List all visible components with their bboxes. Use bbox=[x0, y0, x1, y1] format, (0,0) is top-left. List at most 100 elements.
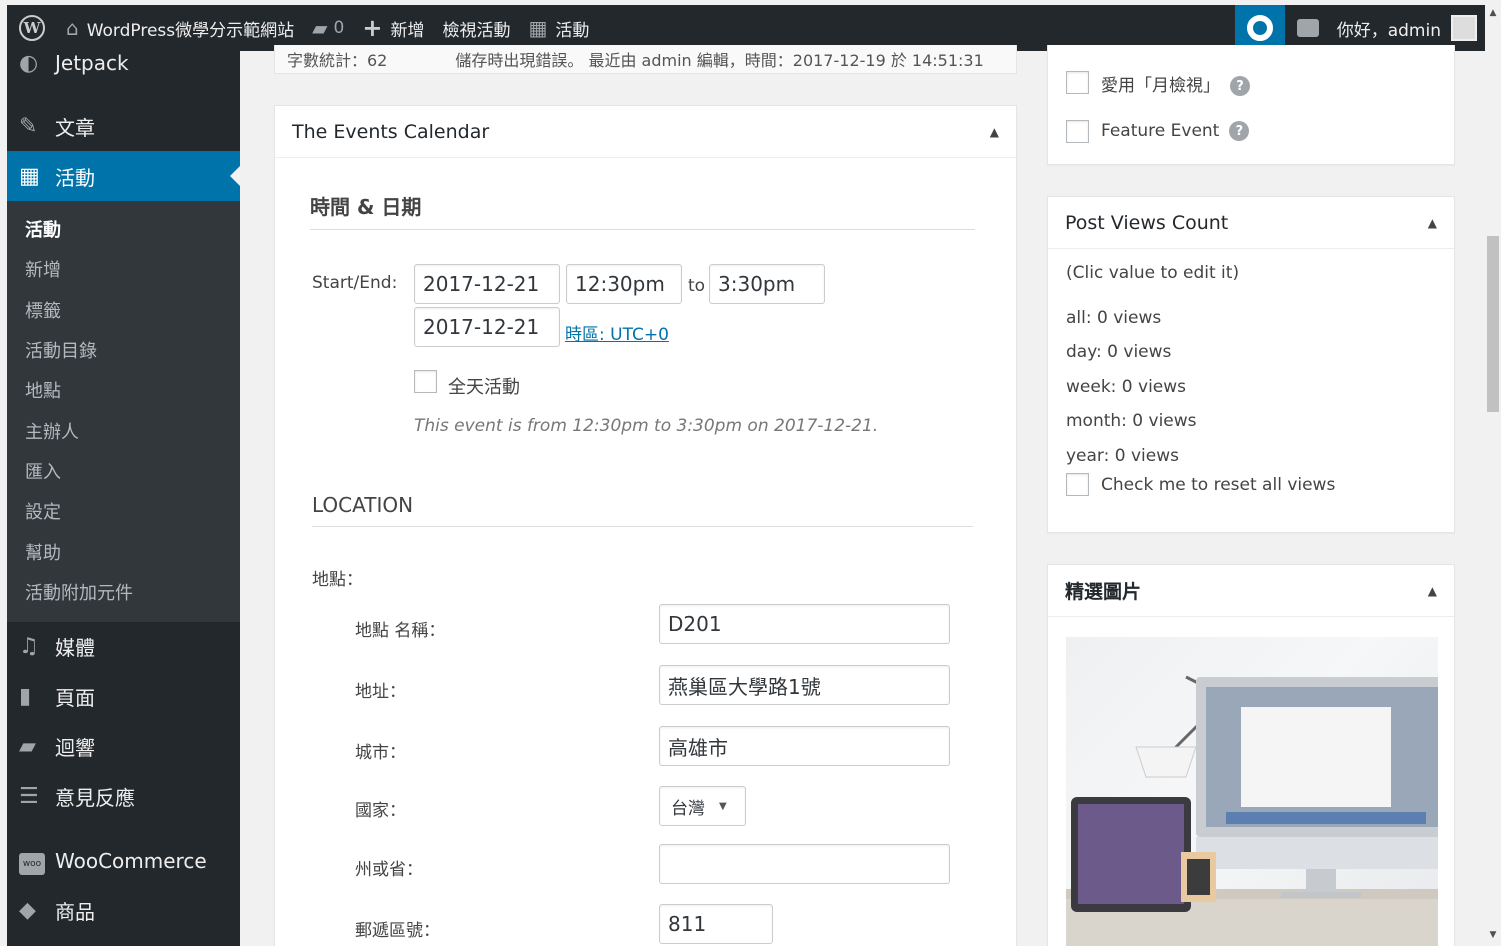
admin-sidebar: ◐ Jetpack ✎ 文章 ▦ 活動 活動 新增 標籤 活動目錄 地點 主辦人… bbox=[7, 51, 240, 946]
comment-bubble-icon: ▰ bbox=[312, 16, 328, 40]
feedback-icon: ☰ bbox=[19, 784, 39, 810]
city-input[interactable]: 高雄市 bbox=[659, 726, 950, 766]
chevron-down-icon: ▼ bbox=[719, 800, 727, 812]
timezone-link[interactable]: 時區: UTC+0 bbox=[565, 320, 669, 345]
event-summary: This event is from 12:30pm to 3:30pm on … bbox=[414, 416, 879, 436]
start-date-input[interactable]: 2017-12-21 bbox=[414, 264, 560, 304]
end-date-input[interactable]: 2017-12-21 bbox=[414, 307, 560, 347]
reset-views-checkbox[interactable] bbox=[1066, 473, 1089, 496]
scroll-down-arrow-icon[interactable]: ▼ bbox=[1485, 930, 1501, 940]
sidebar-item-media[interactable]: ♫ 媒體 bbox=[7, 622, 240, 672]
sidebar-item-events[interactable]: ▦ 活動 bbox=[7, 151, 240, 201]
metabox-header[interactable]: Post Views Count ▲ bbox=[1048, 197, 1454, 249]
metabox-title: The Events Calendar bbox=[292, 120, 490, 143]
start-end-label: Start/End: bbox=[312, 273, 398, 293]
sidebar-item-products[interactable]: ◆ 商品 bbox=[7, 886, 240, 936]
reset-views-label: Check me to reset all views bbox=[1101, 475, 1336, 495]
events-calendar-metabox: The Events Calendar ▲ 時間 & 日期 Start/End:… bbox=[274, 105, 1017, 946]
country-label: 國家： bbox=[355, 801, 406, 821]
province-input[interactable] bbox=[659, 844, 950, 884]
page-scrollbar[interactable]: ▲ ▼ bbox=[1485, 0, 1501, 946]
address-label: 地址： bbox=[355, 682, 406, 702]
metabox-header[interactable]: The Events Calendar ▲ bbox=[275, 106, 1016, 158]
venue-name-label: 地點 名稱： bbox=[355, 621, 446, 641]
woo-icon: woo bbox=[19, 847, 55, 875]
submenu-item-categories[interactable]: 活動目錄 bbox=[7, 330, 240, 370]
calendar-icon: ▦ bbox=[528, 16, 548, 40]
all-day-checkbox[interactable] bbox=[414, 370, 437, 393]
metabox-title: 精選圖片 bbox=[1065, 581, 1142, 603]
edit-hint: (Clic value to edit it) bbox=[1066, 263, 1240, 283]
submenu-item-help[interactable]: 幫助 bbox=[7, 531, 240, 571]
post-status-info: 字數統計：62 儲存時出現錯誤。 最近由 admin 編輯，時間：2017-12… bbox=[274, 45, 1017, 74]
favorite-month-view-checkbox[interactable] bbox=[1066, 71, 1089, 94]
scrollbar-thumb[interactable] bbox=[1487, 236, 1499, 412]
views-day[interactable]: day: 0 views bbox=[1066, 342, 1171, 362]
sidebar-item-comments[interactable]: ▰ 迴響 bbox=[7, 722, 240, 772]
views-year[interactable]: year: 0 views bbox=[1066, 446, 1179, 466]
to-label: to bbox=[688, 276, 706, 296]
featured-image-thumbnail[interactable] bbox=[1066, 637, 1438, 946]
notifications-icon[interactable] bbox=[1285, 19, 1331, 37]
city-label: 城市： bbox=[355, 743, 406, 763]
home-icon: ⌂ bbox=[66, 16, 79, 40]
address-input[interactable]: 燕巢區大學路1號 bbox=[659, 665, 950, 705]
submenu-item-addons[interactable]: 活動附加元件 bbox=[7, 572, 240, 612]
sidebar-item-jetpack[interactable]: ◐ Jetpack bbox=[7, 51, 240, 77]
postal-label: 郵遞區號： bbox=[355, 921, 440, 941]
sidebar-item-posts[interactable]: ✎ 文章 bbox=[7, 101, 240, 151]
venue-label: 地點： bbox=[312, 570, 363, 590]
featured-image-metabox: 精選圖片 ▲ bbox=[1047, 564, 1455, 946]
post-views-metabox: Post Views Count ▲ (Clic value to edit i… bbox=[1047, 196, 1455, 533]
comments-count: 0 bbox=[333, 18, 345, 38]
views-month[interactable]: month: 0 views bbox=[1066, 411, 1197, 431]
favorite-month-view-label: 愛用「月檢視」? bbox=[1101, 71, 1250, 96]
location-heading: LOCATION bbox=[312, 493, 973, 527]
end-time-input[interactable]: 3:30pm bbox=[709, 264, 825, 304]
country-select-value: 台灣 bbox=[671, 798, 705, 819]
sidebar-item-woocommerce[interactable]: woo WooCommerce bbox=[7, 836, 240, 886]
feature-event-label: Feature Event? bbox=[1101, 121, 1250, 141]
product-icon: ◆ bbox=[19, 898, 36, 924]
start-time-input[interactable]: 12:30pm bbox=[566, 264, 682, 304]
collapse-arrow-icon[interactable]: ▲ bbox=[990, 125, 999, 139]
country-select[interactable]: 台灣 ▼ bbox=[659, 786, 746, 826]
submenu-item-tags[interactable]: 標籤 bbox=[7, 290, 240, 330]
sidebar-item-feedback[interactable]: ☰ 意見反應 bbox=[7, 772, 240, 822]
metabox-header[interactable]: 精選圖片 ▲ bbox=[1048, 565, 1454, 617]
venue-name-input[interactable]: D201 bbox=[659, 604, 950, 644]
last-edit-info: 儲存時出現錯誤。 最近由 admin 編輯，時間：2017-12-19 於 14… bbox=[455, 51, 984, 70]
postal-input[interactable]: 811 bbox=[659, 904, 773, 944]
submenu-item-venues[interactable]: 地點 bbox=[7, 370, 240, 410]
help-icon[interactable]: ? bbox=[1230, 76, 1250, 96]
scroll-up-arrow-icon[interactable]: ▲ bbox=[1485, 8, 1501, 18]
datetime-heading: 時間 & 日期 bbox=[310, 191, 975, 230]
user-account-menu[interactable]: 你好，admin bbox=[1331, 15, 1485, 41]
submenu-item-add-new[interactable]: 新增 bbox=[7, 249, 240, 289]
events-submenu: 活動 新增 標籤 活動目錄 地點 主辦人 匯入 設定 幫助 活動附加元件 bbox=[7, 201, 240, 622]
comment-icon: ▰ bbox=[19, 734, 36, 760]
word-count: 字數統計：62 bbox=[287, 51, 388, 70]
pin-icon: ✎ bbox=[19, 113, 38, 139]
avatar bbox=[1451, 15, 1477, 41]
media-icon: ♫ bbox=[19, 634, 39, 660]
submenu-item-organizers[interactable]: 主辦人 bbox=[7, 410, 240, 450]
views-all[interactable]: all: 0 views bbox=[1066, 308, 1161, 328]
help-icon[interactable]: ? bbox=[1229, 121, 1250, 141]
province-label: 州或省： bbox=[355, 860, 423, 880]
collapse-arrow-icon[interactable]: ▲ bbox=[1428, 584, 1437, 598]
views-week[interactable]: week: 0 views bbox=[1066, 377, 1186, 397]
sidebar-item-pages[interactable]: ▮ 頁面 bbox=[7, 672, 240, 722]
site-name-link[interactable]: ⌂ WordPress微學分示範網站 bbox=[57, 5, 303, 51]
plus-icon: + bbox=[362, 14, 383, 42]
feature-event-checkbox[interactable] bbox=[1066, 120, 1089, 143]
collapse-arrow-icon[interactable]: ▲ bbox=[1428, 216, 1437, 230]
submenu-item-import[interactable]: 匯入 bbox=[7, 451, 240, 491]
calendar-icon: ▦ bbox=[19, 163, 40, 189]
desk-photo-image bbox=[1066, 675, 1438, 946]
submenu-item-settings[interactable]: 設定 bbox=[7, 491, 240, 531]
wordpress-logo-icon[interactable]: W bbox=[7, 5, 57, 51]
all-day-label: 全天活動 bbox=[448, 377, 520, 398]
jetpack-icon: ◐ bbox=[19, 51, 39, 76]
submenu-item-events[interactable]: 活動 bbox=[7, 209, 240, 249]
